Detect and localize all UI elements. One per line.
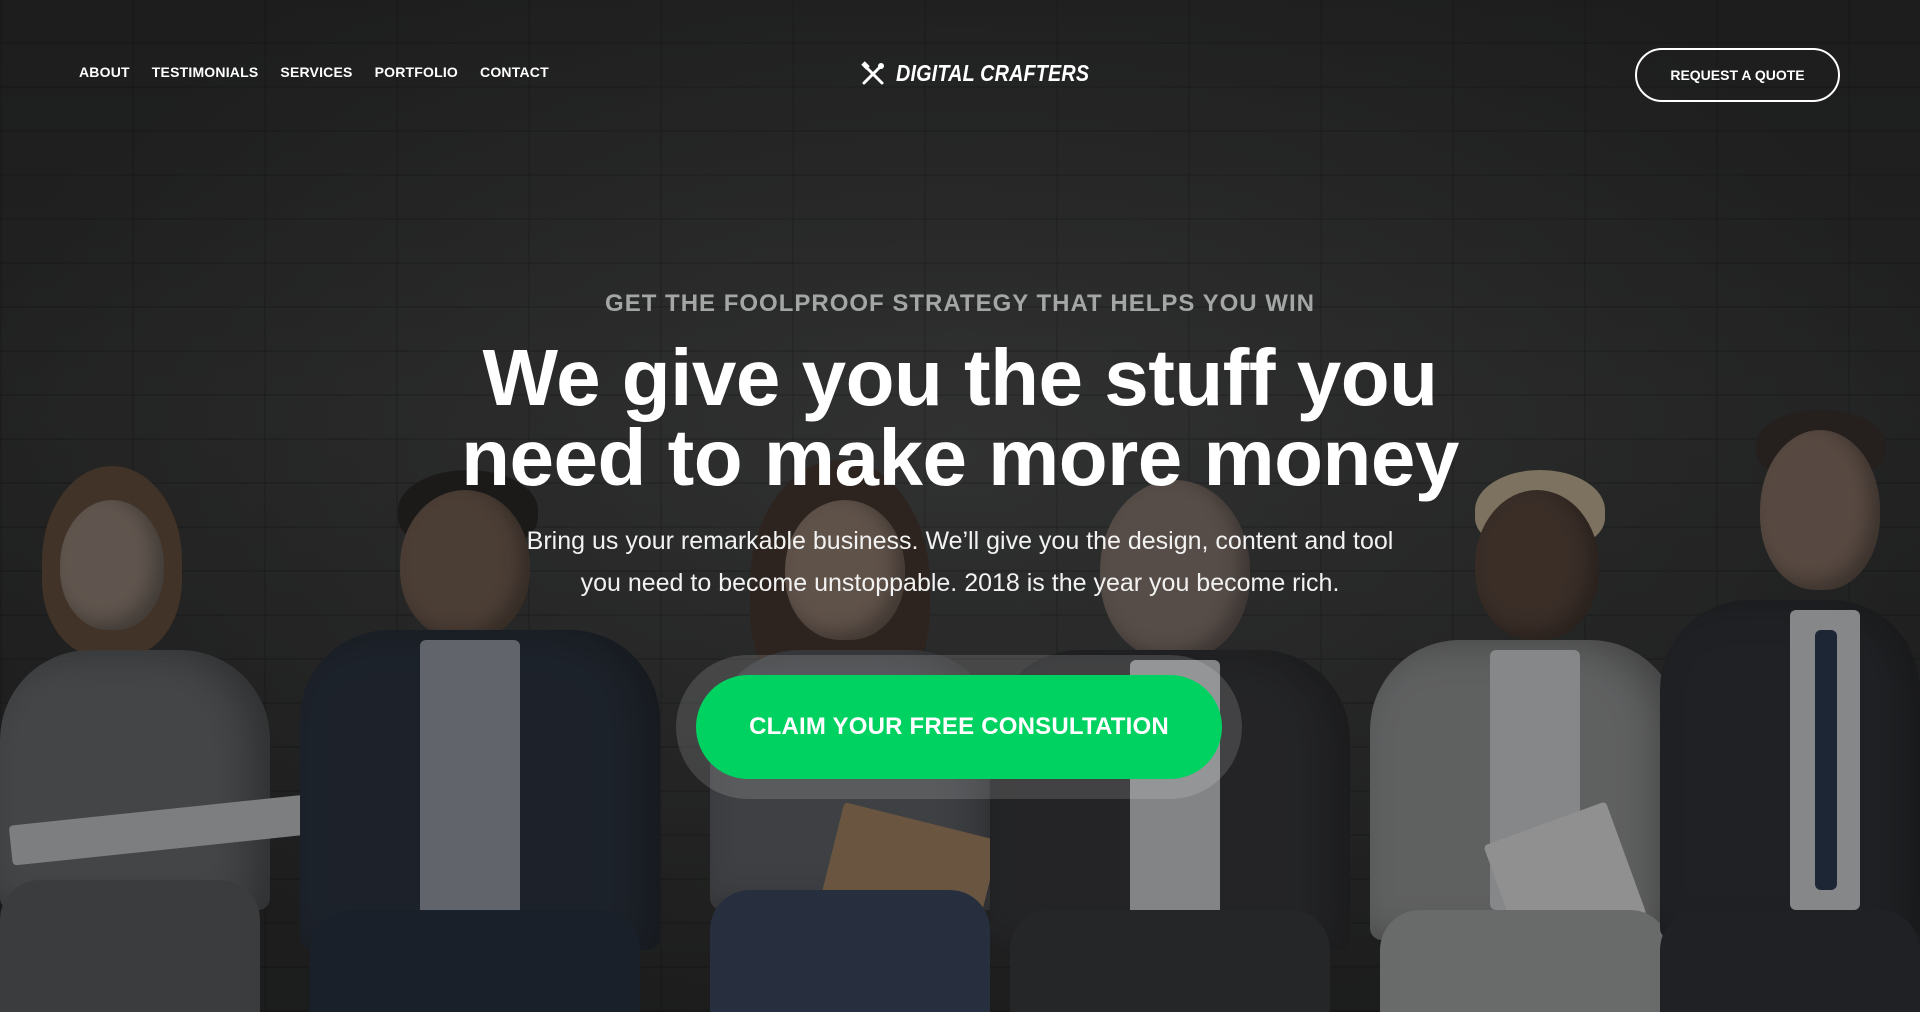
nav-item-portfolio[interactable]: PORTFOLIO — [375, 64, 458, 80]
hero-section: ABOUT TESTIMONIALS SERVICES PORTFOLIO CO… — [0, 0, 1920, 1012]
request-quote-button[interactable]: REQUEST A QUOTE — [1635, 48, 1840, 102]
nav-item-contact[interactable]: CONTACT — [480, 64, 549, 80]
crossed-tools-icon — [860, 60, 886, 87]
hero-subtext: Bring us your remarkable business. We’ll… — [460, 520, 1460, 604]
nav-item-testimonials[interactable]: TESTIMONIALS — [152, 64, 259, 80]
dark-overlay — [0, 0, 1920, 1012]
hero-headline: We give you the stuff you need to make m… — [310, 338, 1610, 498]
headline-line-1: We give you the stuff you — [482, 333, 1439, 422]
subtext-line-2: you need to become unstoppable. 2018 is … — [580, 569, 1340, 597]
nav-item-services[interactable]: SERVICES — [280, 64, 352, 80]
logo[interactable]: DIGITAL CRAFTERS — [860, 60, 1121, 87]
headline-line-2: need to make more money — [461, 413, 1459, 502]
hero-eyebrow: GET THE FOOLPROOF STRATEGY THAT HELPS YO… — [605, 290, 1315, 317]
logo-text: DIGITAL CRAFTERS — [896, 60, 1090, 86]
subtext-line-1: Bring us your remarkable business. We’ll… — [526, 527, 1394, 555]
claim-consultation-button[interactable]: CLAIM YOUR FREE CONSULTATION — [696, 675, 1222, 779]
main-nav: ABOUT TESTIMONIALS SERVICES PORTFOLIO CO… — [79, 64, 571, 80]
nav-item-about[interactable]: ABOUT — [79, 64, 130, 80]
